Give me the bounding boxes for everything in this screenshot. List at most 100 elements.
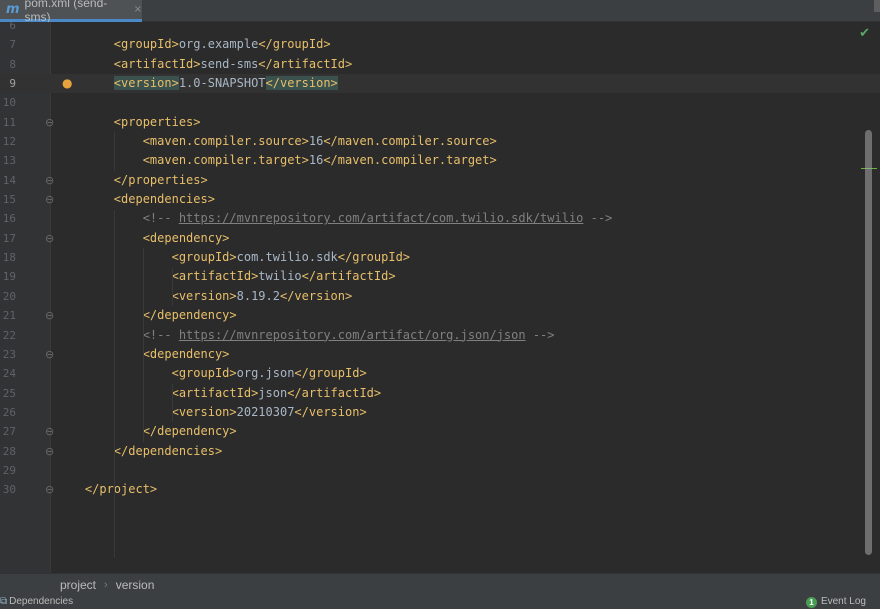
fold-marker-icon[interactable]: ⊖ [45, 306, 54, 325]
breadcrumb-item-project[interactable]: project [60, 578, 96, 592]
code-text: <version>20210307</version> [56, 403, 367, 422]
code-line[interactable]: 24 <groupId>org.json</groupId> [0, 364, 880, 383]
code-line[interactable]: 25 <artifactId>json</artifactId> [0, 384, 880, 403]
close-icon[interactable]: × [134, 4, 142, 15]
code-line[interactable]: 16 <!-- https://mvnrepository.com/artifa… [0, 209, 880, 228]
tab-title: pom.xml (send-sms) [24, 0, 108, 24]
code-token: <groupId> [171, 250, 237, 265]
code-line[interactable]: 20 <version>8.19.2</version> [0, 287, 880, 306]
code-text: </dependency> [56, 422, 237, 441]
line-number: 17 [2, 231, 16, 245]
code-line[interactable]: 21 ⊖ </dependency> [0, 306, 880, 325]
vertical-scrollbar[interactable] [865, 130, 872, 555]
code-token: <dependency> [142, 346, 230, 361]
code-line[interactable]: 22 <!-- https://mvnrepository.com/artifa… [0, 326, 880, 345]
code-line[interactable]: 8 <artifactId>send-sms</artifactId> [0, 55, 880, 74]
code-token: </dependency> [142, 308, 237, 323]
line-number: 6 [9, 22, 16, 32]
code-text: <artifactId>send-sms</artifactId> [56, 55, 352, 74]
line-number: 7 [9, 38, 16, 52]
line-number: 10 [2, 96, 16, 110]
code-line[interactable]: 10 [0, 93, 880, 112]
code-line[interactable]: 27 ⊖ </dependency> [0, 422, 880, 441]
fold-marker-icon[interactable]: ⊖ [45, 171, 54, 190]
line-number: 18 [2, 251, 16, 265]
code-token: send-sms [200, 56, 259, 71]
code-text: <version>1.0-SNAPSHOT</version> [56, 74, 338, 93]
fold-marker-icon[interactable]: ⊖ [45, 480, 54, 499]
code-lines: 6 7 <groupId>org.example</groupId> 8 <art… [0, 22, 880, 500]
code-text: <dependencies> [56, 190, 215, 209]
fold-marker-icon[interactable]: ⊖ [45, 229, 54, 248]
code-line[interactable]: 28 ⊖ </dependencies> [0, 442, 880, 461]
line-number: 11 [2, 115, 16, 129]
code-line[interactable]: 12 <maven.compiler.source>16</maven.comp… [0, 132, 880, 151]
indent-guide [171, 267, 173, 307]
code-token: </artifactId> [301, 269, 396, 284]
code-line[interactable]: 29 [0, 461, 880, 480]
dependencies-label: Dependencies [9, 596, 74, 607]
code-line[interactable]: 6 [0, 22, 880, 35]
line-number: 28 [2, 444, 16, 458]
fold-marker-icon[interactable]: ⊖ [45, 113, 54, 132]
code-line[interactable]: 30 ⊖ </project> [0, 480, 880, 499]
code-text: </dependencies> [56, 442, 222, 461]
code-line[interactable]: 11 ⊖ <properties> [0, 113, 880, 132]
code-token: <version> [171, 404, 237, 419]
status-bar: ⧉ Dependencies 1 Event Log [0, 595, 880, 609]
check-icon[interactable]: ✔ [859, 26, 870, 41]
repository-link[interactable]: https://mvnrepository.com/artifact/org.j… [179, 328, 526, 342]
tool-window-stripe[interactable] [874, 0, 880, 12]
code-line[interactable]: 19 <artifactId>twilio</artifactId> [0, 267, 880, 286]
code-token: </dependencies> [113, 443, 223, 458]
code-token: <!-- [142, 211, 179, 226]
line-number: 24 [2, 367, 16, 381]
line-number: 21 [2, 309, 16, 323]
code-token: </properties> [113, 172, 208, 187]
code-line[interactable]: 7 <groupId>org.example</groupId> [0, 35, 880, 54]
code-token: </version> [265, 76, 338, 91]
breadcrumb: project › version [0, 573, 880, 595]
code-line[interactable]: 18 <groupId>com.twilio.sdk</groupId> [0, 248, 880, 267]
fold-marker-icon[interactable]: ⊖ [45, 442, 54, 461]
tab-pom-xml[interactable]: m pom.xml (send-sms) × [0, 0, 142, 24]
line-number: 12 [2, 135, 16, 149]
event-count-badge: 1 [805, 596, 817, 608]
code-token: </artifactId> [287, 385, 382, 400]
code-line[interactable]: 23 ⊖ <dependency> [0, 345, 880, 364]
fold-marker-icon[interactable]: ⊖ [45, 190, 54, 209]
code-token: </groupId> [294, 366, 367, 381]
code-token: </groupId> [337, 250, 411, 265]
code-token: <groupId> [171, 366, 237, 381]
code-token: <version> [171, 288, 237, 303]
code-line[interactable]: 9 ● <version>1.0-SNAPSHOT</version> [0, 74, 880, 94]
line-number: 14 [2, 173, 16, 187]
event-log-button[interactable]: 1 Event Log [805, 595, 866, 609]
line-number: 16 [2, 212, 16, 226]
line-number: 15 [2, 193, 16, 207]
indent-guide [113, 132, 115, 171]
code-editor[interactable]: 6 7 <groupId>org.example</groupId> 8 <art… [0, 22, 880, 573]
fold-marker-icon[interactable]: ⊖ [45, 345, 54, 364]
code-line[interactable]: 14 ⊖ </properties> [0, 171, 880, 190]
dependencies-tool-button[interactable]: ⧉ Dependencies [0, 595, 73, 609]
code-text: <maven.compiler.source>16</maven.compile… [56, 132, 497, 151]
code-line[interactable]: 13 <maven.compiler.target>16</maven.comp… [0, 151, 880, 170]
code-token: 8.19.2 [236, 288, 280, 303]
line-number: 27 [2, 425, 16, 439]
code-text: <maven.compiler.target>16</maven.compile… [56, 151, 497, 170]
code-token: <version> [113, 76, 179, 91]
code-line[interactable]: 26 <version>20210307</version> [0, 403, 880, 422]
breadcrumb-item-version[interactable]: version [116, 578, 155, 592]
code-text: <!-- https://mvnrepository.com/artifact/… [56, 326, 555, 345]
code-text: <!-- https://mvnrepository.com/artifact/… [56, 209, 613, 228]
code-token: </version> [279, 288, 353, 303]
fold-marker-icon[interactable]: ⊖ [45, 422, 54, 441]
code-text: <groupId>org.example</groupId> [56, 35, 331, 54]
code-line[interactable]: 15 ⊖ <dependencies> [0, 190, 880, 209]
line-number: 26 [2, 405, 16, 419]
code-line[interactable]: 17 ⊖ <dependency> [0, 229, 880, 248]
repository-link[interactable]: https://mvnrepository.com/artifact/com.t… [179, 211, 584, 225]
